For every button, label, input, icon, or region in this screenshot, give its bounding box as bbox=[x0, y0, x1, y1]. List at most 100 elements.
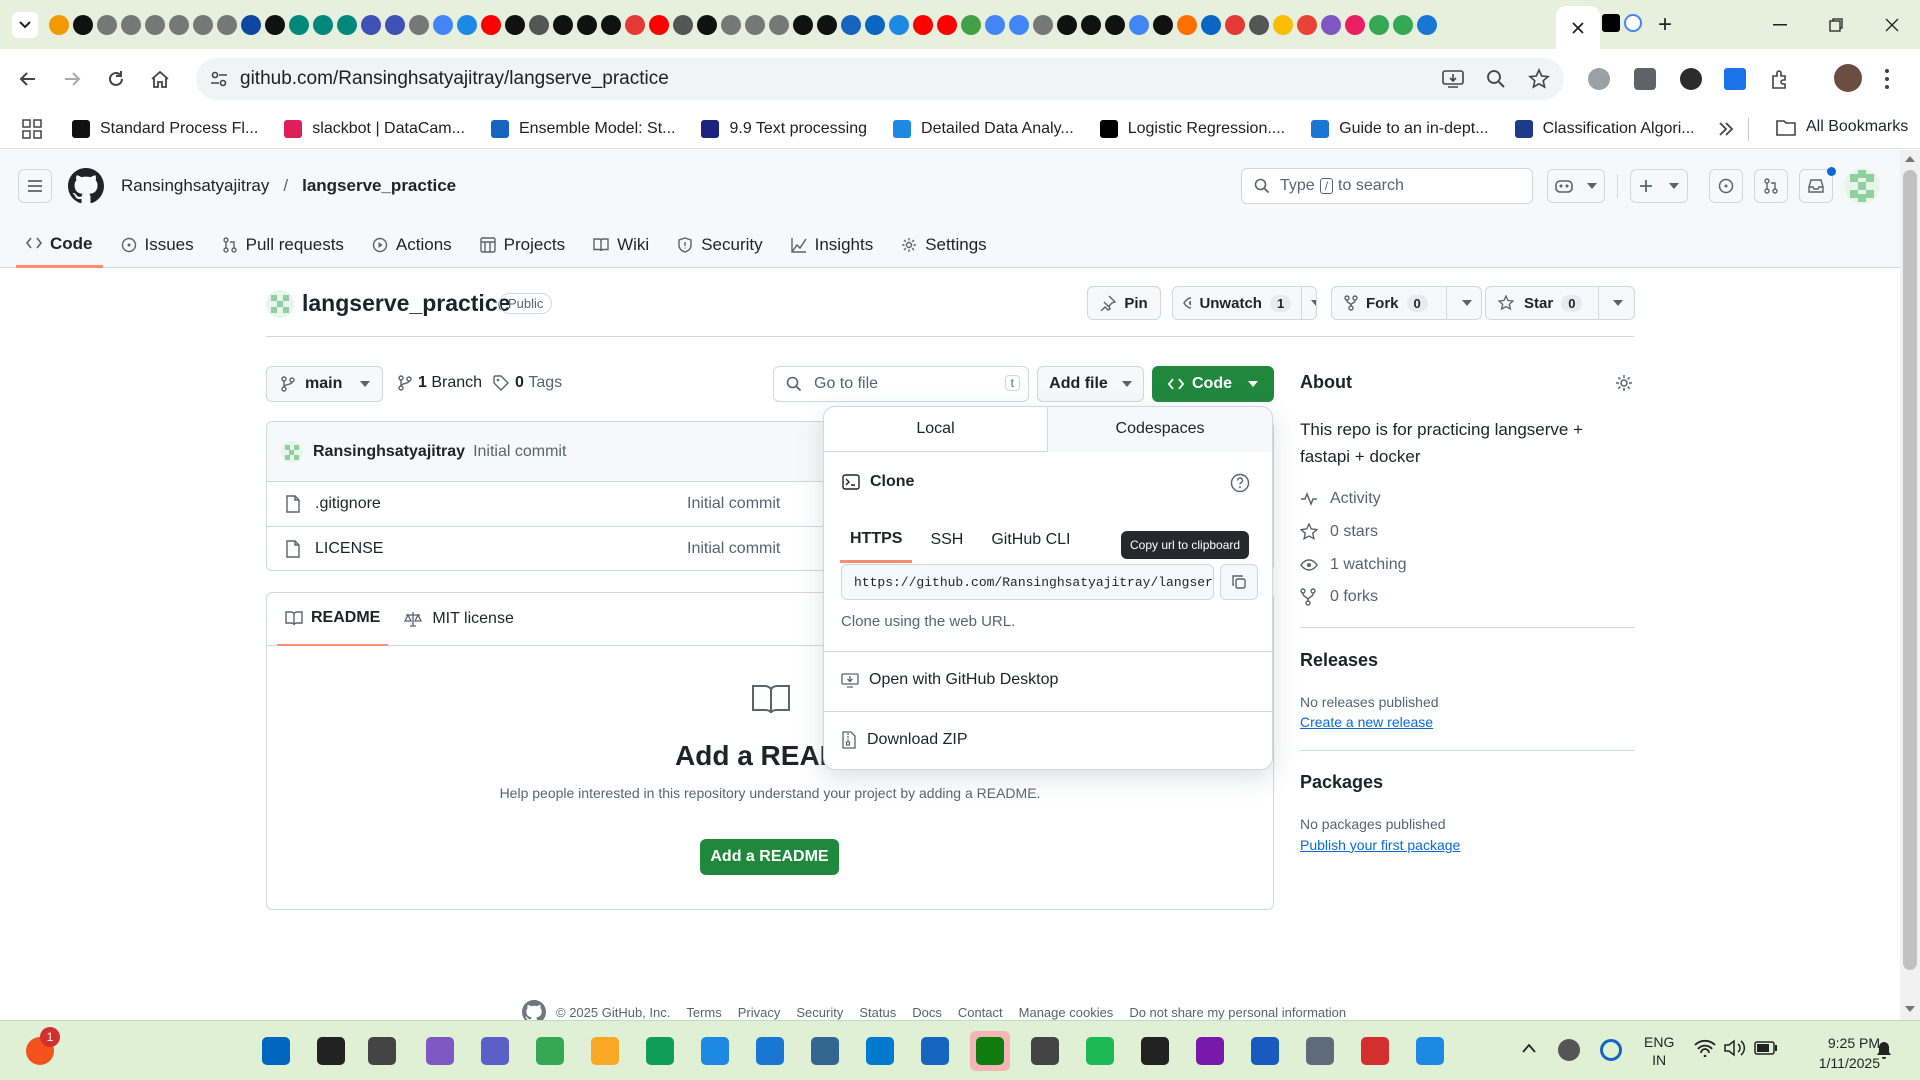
tab-codespaces[interactable]: Codespaces bbox=[1048, 406, 1272, 452]
bookmark-item[interactable]: Logistic Regression.... bbox=[1099, 119, 1285, 138]
open-desktop-item[interactable]: Open with GitHub Desktop bbox=[841, 671, 1058, 689]
tab-favicon-48[interactable] bbox=[1201, 14, 1221, 35]
tab-favicon-31[interactable] bbox=[793, 14, 813, 35]
profile-avatar[interactable] bbox=[1834, 64, 1862, 92]
branch-selector[interactable]: main bbox=[266, 366, 383, 402]
add-readme-button[interactable]: Add a README bbox=[700, 839, 839, 875]
bookmark-item[interactable]: slackbot | DataCam... bbox=[284, 119, 465, 138]
tab-favicon-18[interactable] bbox=[481, 14, 501, 35]
install-app-icon[interactable] bbox=[1442, 69, 1464, 89]
tab-favicon-21[interactable] bbox=[553, 14, 573, 35]
tab-favicon-19[interactable] bbox=[505, 14, 525, 35]
taskbar-app-spotify[interactable] bbox=[1080, 1031, 1120, 1071]
tab-favicon-52[interactable] bbox=[1297, 14, 1317, 35]
chevron-up-icon[interactable] bbox=[1522, 1043, 1536, 1053]
taskbar-app-remote-desktop[interactable] bbox=[915, 1031, 955, 1071]
taskbar-app-snipping-tool[interactable] bbox=[750, 1031, 790, 1071]
caret-down-icon[interactable] bbox=[1461, 300, 1472, 306]
tab-favicon-54[interactable] bbox=[1345, 14, 1365, 35]
taskbar-app-word[interactable] bbox=[1245, 1031, 1285, 1071]
tab-favicon-x[interactable] bbox=[1602, 14, 1620, 32]
reload-button[interactable] bbox=[94, 57, 138, 101]
releases-title[interactable]: Releases bbox=[1300, 650, 1378, 671]
extension-grammar-icon[interactable] bbox=[1680, 68, 1702, 90]
tab-favicon-57[interactable] bbox=[1417, 14, 1437, 35]
tab-code[interactable]: Code bbox=[16, 222, 103, 268]
pull-requests-button[interactable] bbox=[1754, 169, 1788, 203]
tab-favicon-5[interactable] bbox=[169, 14, 189, 35]
bookmark-item[interactable]: Standard Process Fl... bbox=[72, 119, 258, 138]
taskbar-app-outlook[interactable] bbox=[1410, 1031, 1450, 1071]
activity-link[interactable]: Activity bbox=[1300, 490, 1381, 508]
fork-button[interactable]: Fork 0 bbox=[1331, 286, 1482, 320]
tab-favicon-8[interactable] bbox=[241, 14, 261, 35]
tab-favicon-12[interactable] bbox=[337, 14, 357, 35]
new-tab-button[interactable]: + bbox=[1652, 11, 1678, 38]
taskbar-app-start[interactable] bbox=[256, 1031, 296, 1071]
taskbar-app-notepad[interactable] bbox=[695, 1031, 735, 1071]
clock[interactable]: 9:25 PM 1/11/2025 bbox=[1790, 1033, 1880, 1073]
global-nav-menu-button[interactable] bbox=[18, 169, 52, 203]
extensions-puzzle-icon[interactable] bbox=[1770, 68, 1792, 90]
double-chevron-right-icon[interactable] bbox=[1718, 121, 1734, 137]
taskbar-app-device-manager[interactable] bbox=[1300, 1031, 1340, 1071]
file-commit-message[interactable]: Initial commit bbox=[687, 540, 780, 558]
copilot-button[interactable] bbox=[1547, 169, 1605, 203]
tab-favicon-33[interactable] bbox=[841, 14, 861, 35]
tab-favicon-50[interactable] bbox=[1249, 14, 1269, 35]
forward-button[interactable] bbox=[50, 57, 94, 101]
tab-favicon-1[interactable] bbox=[73, 14, 93, 35]
taskbar-app-file-explorer[interactable] bbox=[585, 1031, 625, 1071]
back-button[interactable] bbox=[6, 57, 50, 101]
tab-insights[interactable]: Insights bbox=[781, 222, 884, 268]
footer-link[interactable]: Privacy bbox=[738, 1005, 781, 1020]
question-icon[interactable] bbox=[1230, 473, 1250, 493]
clone-url-input[interactable]: https://github.com/Ransinghsatyajitray/l… bbox=[841, 564, 1214, 600]
tab-favicon-36[interactable] bbox=[913, 14, 933, 35]
tab-favicon-32[interactable] bbox=[817, 14, 837, 35]
star-button[interactable]: Star 0 bbox=[1485, 286, 1635, 320]
volume-icon[interactable] bbox=[1724, 1039, 1746, 1057]
tab-settings[interactable]: Settings bbox=[891, 222, 996, 268]
file-name[interactable]: .gitignore bbox=[315, 495, 381, 513]
taskbar-app-terminal[interactable] bbox=[1135, 1031, 1175, 1071]
taskbar-app-onenote[interactable] bbox=[1190, 1031, 1230, 1071]
issues-button[interactable] bbox=[1709, 169, 1743, 203]
tab-favicon-34[interactable] bbox=[865, 14, 885, 35]
tab-favicon-53[interactable] bbox=[1321, 14, 1341, 35]
code-button[interactable]: Code bbox=[1152, 366, 1274, 402]
tab-favicon-43[interactable] bbox=[1081, 14, 1101, 35]
tab-favicon-38[interactable] bbox=[961, 14, 981, 35]
tab-local[interactable]: Local bbox=[824, 406, 1048, 452]
breadcrumb-repo[interactable]: langserve_practice bbox=[302, 176, 456, 196]
breadcrumb-owner[interactable]: Ransinghsatyajitray bbox=[121, 176, 269, 196]
footer-link[interactable]: Do not share my personal information bbox=[1129, 1005, 1346, 1020]
tab-favicon-47[interactable] bbox=[1177, 14, 1197, 35]
bookmark-star-icon[interactable] bbox=[1528, 68, 1550, 90]
tab-favicon-29[interactable] bbox=[745, 14, 765, 35]
readme-tab[interactable]: README bbox=[277, 593, 389, 646]
tab-favicon-17[interactable] bbox=[457, 14, 477, 35]
scrollbar-thumb[interactable] bbox=[1903, 170, 1917, 970]
download-zip-item[interactable]: Download ZIP bbox=[841, 731, 968, 749]
go-to-file-input[interactable]: Go to file t bbox=[773, 366, 1029, 402]
tab-favicon-42[interactable] bbox=[1057, 14, 1077, 35]
minimize-button[interactable] bbox=[1752, 0, 1808, 49]
tab-favicon-44[interactable] bbox=[1105, 14, 1125, 35]
bookmark-item[interactable]: Classification Algori... bbox=[1514, 119, 1695, 138]
packages-title[interactable]: Packages bbox=[1300, 772, 1383, 793]
wifi-icon[interactable] bbox=[1694, 1039, 1716, 1057]
clone-protocol-tab[interactable]: GitHub CLI bbox=[981, 517, 1080, 563]
tab-favicon-2[interactable] bbox=[97, 14, 117, 35]
tab-favicon-23[interactable] bbox=[601, 14, 621, 35]
tab-favicon-27[interactable] bbox=[697, 14, 717, 35]
tab-favicon-24[interactable] bbox=[625, 14, 645, 35]
repo-title[interactable]: langserve_practice bbox=[302, 290, 510, 317]
tab-favicon-google[interactable] bbox=[1624, 14, 1642, 32]
tab-favicon-56[interactable] bbox=[1393, 14, 1413, 35]
commit-message[interactable]: Initial commit bbox=[473, 443, 566, 461]
tab-actions[interactable]: Actions bbox=[362, 222, 462, 268]
taskbar-app-teams[interactable] bbox=[475, 1031, 515, 1071]
tab-favicon-0[interactable] bbox=[49, 14, 69, 35]
tab-favicon-35[interactable] bbox=[889, 14, 909, 35]
